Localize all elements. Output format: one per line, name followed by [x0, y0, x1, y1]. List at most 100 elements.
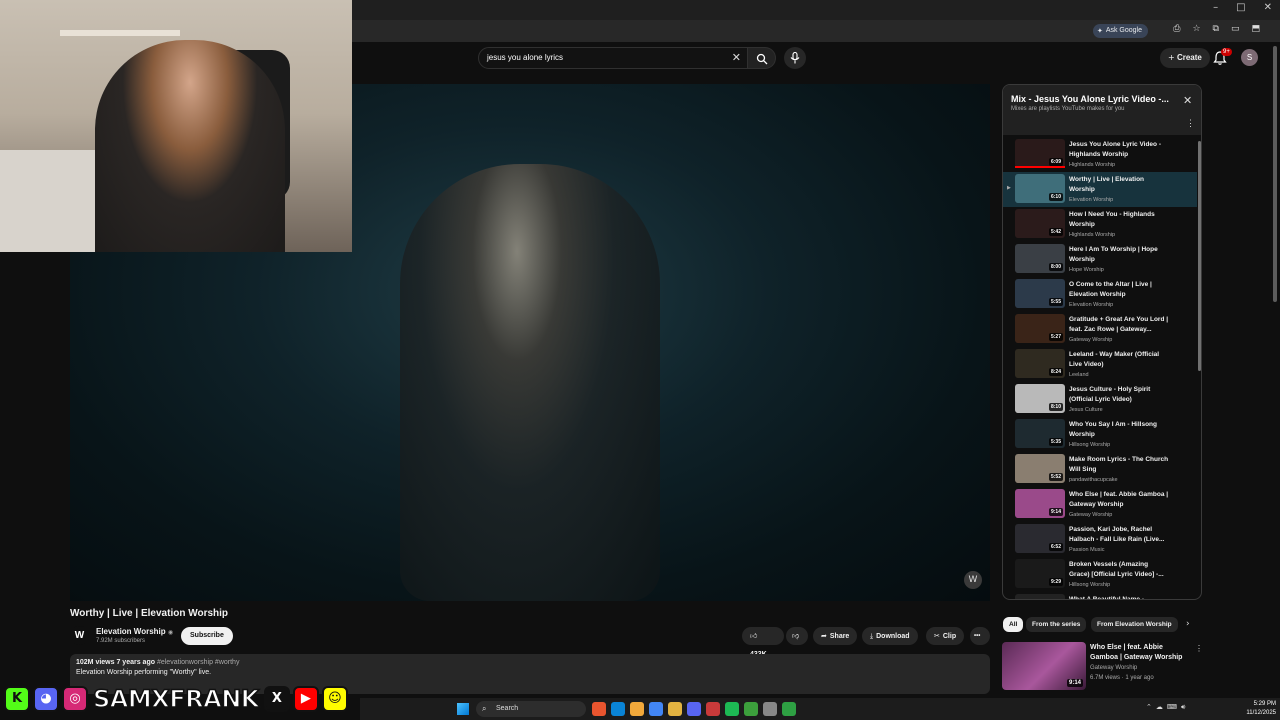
- taskbar-app-icon[interactable]: [782, 702, 796, 716]
- playlist-thumbnail[interactable]: 5:42: [1015, 209, 1065, 238]
- taskbar-app-icon[interactable]: [611, 702, 625, 716]
- playlist-item[interactable]: 8:10 Jesus Culture - Holy Spirit (Officia…: [1003, 382, 1197, 417]
- playlist-item[interactable]: What A Beautiful Name -: [1003, 592, 1197, 599]
- recommended-title[interactable]: Who Else | feat. Abbie Gamboa | Gateway …: [1090, 643, 1190, 663]
- playlist-thumbnail[interactable]: 9:14: [1015, 489, 1065, 518]
- account-avatar[interactable]: S: [1241, 49, 1258, 66]
- playlist-thumbnail[interactable]: 5:27: [1015, 314, 1065, 343]
- download-button[interactable]: ⤓ Download: [862, 627, 918, 645]
- close-playlist-icon[interactable]: ✕: [1183, 94, 1192, 107]
- playlist-item-title[interactable]: Jesus Culture - Holy Spirit (Official Ly…: [1069, 385, 1169, 405]
- channel-watermark-icon[interactable]: W: [964, 571, 982, 589]
- channel-name[interactable]: Elevation Worship ◉: [96, 627, 173, 636]
- more-vert-icon[interactable]: ⋮: [1195, 644, 1203, 653]
- playlist-item-title[interactable]: Leeland - Way Maker (Official Live Video…: [1069, 350, 1169, 370]
- extensions-icon[interactable]: ⧉: [1213, 24, 1219, 34]
- maximize-button[interactable]: □: [1236, 2, 1245, 13]
- chevron-right-icon[interactable]: ›: [1186, 619, 1190, 629]
- playlist-item[interactable]: ▶ 6:10 Worthy | Live | Elevation Worship El…: [1003, 172, 1197, 207]
- playlist-item[interactable]: 5:35 Who You Say I Am - Hillsong Worship H…: [1003, 417, 1197, 452]
- playlist-thumbnail[interactable]: 6:10: [1015, 174, 1065, 203]
- playlist-item[interactable]: 8:24 Leeland - Way Maker (Official Live V…: [1003, 347, 1197, 382]
- taskbar-app-icon[interactable]: [725, 702, 739, 716]
- playlist-item-title[interactable]: Jesus You Alone Lyric Video - Highlands …: [1069, 140, 1169, 160]
- sidepanel-icon[interactable]: ▭: [1231, 24, 1240, 34]
- playlist-thumbnail[interactable]: 6:09: [1015, 139, 1065, 168]
- create-button[interactable]: + Create: [1160, 48, 1210, 68]
- playlist-item-title[interactable]: Gratitude + Great Are You Lord | feat. Z…: [1069, 315, 1169, 335]
- minimize-button[interactable]: –: [1213, 2, 1218, 13]
- subscriber-count: 7.92M subscribers: [96, 638, 146, 644]
- playlist-menu-icon[interactable]: ⋮: [1186, 118, 1195, 129]
- playlist-item-title[interactable]: Passion, Kari Jobe, Rachel Halbach - Fal…: [1069, 525, 1169, 545]
- playlist-thumbnail[interactable]: 5:35: [1015, 419, 1065, 448]
- more-actions-button[interactable]: •••: [970, 627, 990, 645]
- hashtags[interactable]: #elevationworship #worthy: [157, 659, 240, 666]
- search-button[interactable]: [748, 47, 776, 69]
- taskbar-app-icon[interactable]: [763, 702, 777, 716]
- search-input[interactable]: jesus you alone lyrics: [487, 53, 563, 62]
- playlist-item-title[interactable]: Who Else | feat. Abbie Gamboa | Gateway …: [1069, 490, 1169, 510]
- playlist-item-title[interactable]: Broken Vessels (Amazing Grace) [Official…: [1069, 560, 1169, 580]
- playlist-item-title[interactable]: Make Room Lyrics - The Church Will Sing: [1069, 455, 1169, 475]
- chip-from-the-series[interactable]: From the series: [1026, 617, 1087, 632]
- playlist-item[interactable]: 6:09 Jesus You Alone Lyric Video - Highla…: [1003, 137, 1197, 172]
- taskbar-app-icon[interactable]: [630, 702, 644, 716]
- playlist-item-title[interactable]: Who You Say I Am - Hillsong Worship: [1069, 420, 1169, 440]
- system-tray-icons[interactable]: ⌃☁⌨🔊︎: [1146, 703, 1189, 712]
- toolbar-icons: ⎙ ☆ ⧉ ▭ ⬒: [1173, 24, 1260, 34]
- playlist-item[interactable]: 5:55 O Come to the Altar | Live | Elevati…: [1003, 277, 1197, 312]
- playlist-item[interactable]: 9:14 Who Else | feat. Abbie Gamboa | Gate…: [1003, 487, 1197, 522]
- taskbar-search[interactable]: ⌕ Search: [476, 701, 586, 717]
- playlist-item[interactable]: 5:27 Gratitude + Great Are You Lord | fea…: [1003, 312, 1197, 347]
- chip-from-elevation-worship[interactable]: From Elevation Worship: [1091, 617, 1178, 632]
- watched-progress-bar: [1015, 166, 1065, 168]
- voice-search-button[interactable]: [784, 47, 806, 69]
- taskbar-app-icon[interactable]: [649, 702, 663, 716]
- bookmark-star-icon[interactable]: ☆: [1192, 24, 1200, 34]
- dislike-button[interactable]: 👎︎: [786, 627, 808, 645]
- subscribe-button[interactable]: Subscribe: [181, 627, 233, 645]
- playlist-item-title[interactable]: Worthy | Live | Elevation Worship: [1069, 175, 1169, 195]
- playlist-thumbnail[interactable]: [1015, 594, 1065, 599]
- playlist-thumbnail[interactable]: 6:52: [1015, 524, 1065, 553]
- taskbar-app-icon[interactable]: [668, 702, 682, 716]
- playlist-item-title[interactable]: Here I Am To Worship | Hope Worship: [1069, 245, 1169, 265]
- taskbar-app-icon[interactable]: [744, 702, 758, 716]
- profile-icon[interactable]: ⬒: [1251, 24, 1260, 34]
- taskbar-app-icon[interactable]: [706, 702, 720, 716]
- close-window-button[interactable]: ✕: [1264, 2, 1272, 13]
- clip-button[interactable]: ✂ Clip: [926, 627, 965, 645]
- share-button[interactable]: ➦ Share: [813, 627, 858, 645]
- clear-search-icon[interactable]: ✕: [732, 51, 741, 64]
- playlist-item[interactable]: 6:52 Passion, Kari Jobe, Rachel Halbach -…: [1003, 522, 1197, 557]
- taskbar-app-icon[interactable]: [687, 702, 701, 716]
- playlist-thumbnail[interactable]: 8:10: [1015, 384, 1065, 413]
- search-box[interactable]: jesus you alone lyrics ✕: [478, 47, 748, 69]
- playlist-item-title[interactable]: How I Need You - Highlands Worship: [1069, 210, 1169, 230]
- playlist-thumbnail[interactable]: 5:55: [1015, 279, 1065, 308]
- recommended-thumbnail[interactable]: 9:14: [1002, 642, 1086, 690]
- playlist-thumbnail[interactable]: 5:52: [1015, 454, 1065, 483]
- playlist-item-title[interactable]: O Come to the Altar | Live | Elevation W…: [1069, 280, 1169, 300]
- playlist-item[interactable]: 5:52 Make Room Lyrics - The Church Will S…: [1003, 452, 1197, 487]
- recommended-channel[interactable]: Gateway Worship: [1090, 665, 1137, 671]
- taskbar-clock[interactable]: 5:29 PM 11/12/2025: [1236, 700, 1276, 718]
- playlist-title[interactable]: Mix - Jesus You Alone Lyric Video -...: [1011, 94, 1176, 104]
- playlist-thumbnail[interactable]: 8:24: [1015, 349, 1065, 378]
- taskbar-app-icon[interactable]: [592, 702, 606, 716]
- windows-start-icon[interactable]: [457, 703, 469, 715]
- playlist-item[interactable]: 5:42 How I Need You - Highlands Worship Hi…: [1003, 207, 1197, 242]
- playlist-scrollbar[interactable]: [1198, 141, 1201, 371]
- chip-all[interactable]: All: [1003, 617, 1024, 632]
- like-button[interactable]: 👍︎433K: [742, 627, 784, 658]
- playlist-thumbnail[interactable]: 9:29: [1015, 559, 1065, 588]
- playlist-item[interactable]: 9:29 Broken Vessels (Amazing Grace) [Offi…: [1003, 557, 1197, 592]
- page-scrollbar[interactable]: [1273, 46, 1277, 302]
- ask-google-button[interactable]: ✦ Ask Google: [1092, 24, 1148, 38]
- cast-icon[interactable]: ⎙: [1173, 24, 1180, 34]
- playlist-thumbnail[interactable]: 8:00: [1015, 244, 1065, 273]
- playlist-item[interactable]: 8:00 Here I Am To Worship | Hope Worship H…: [1003, 242, 1197, 277]
- channel-avatar[interactable]: W: [70, 626, 89, 645]
- playlist-item-title[interactable]: What A Beautiful Name -: [1069, 595, 1169, 599]
